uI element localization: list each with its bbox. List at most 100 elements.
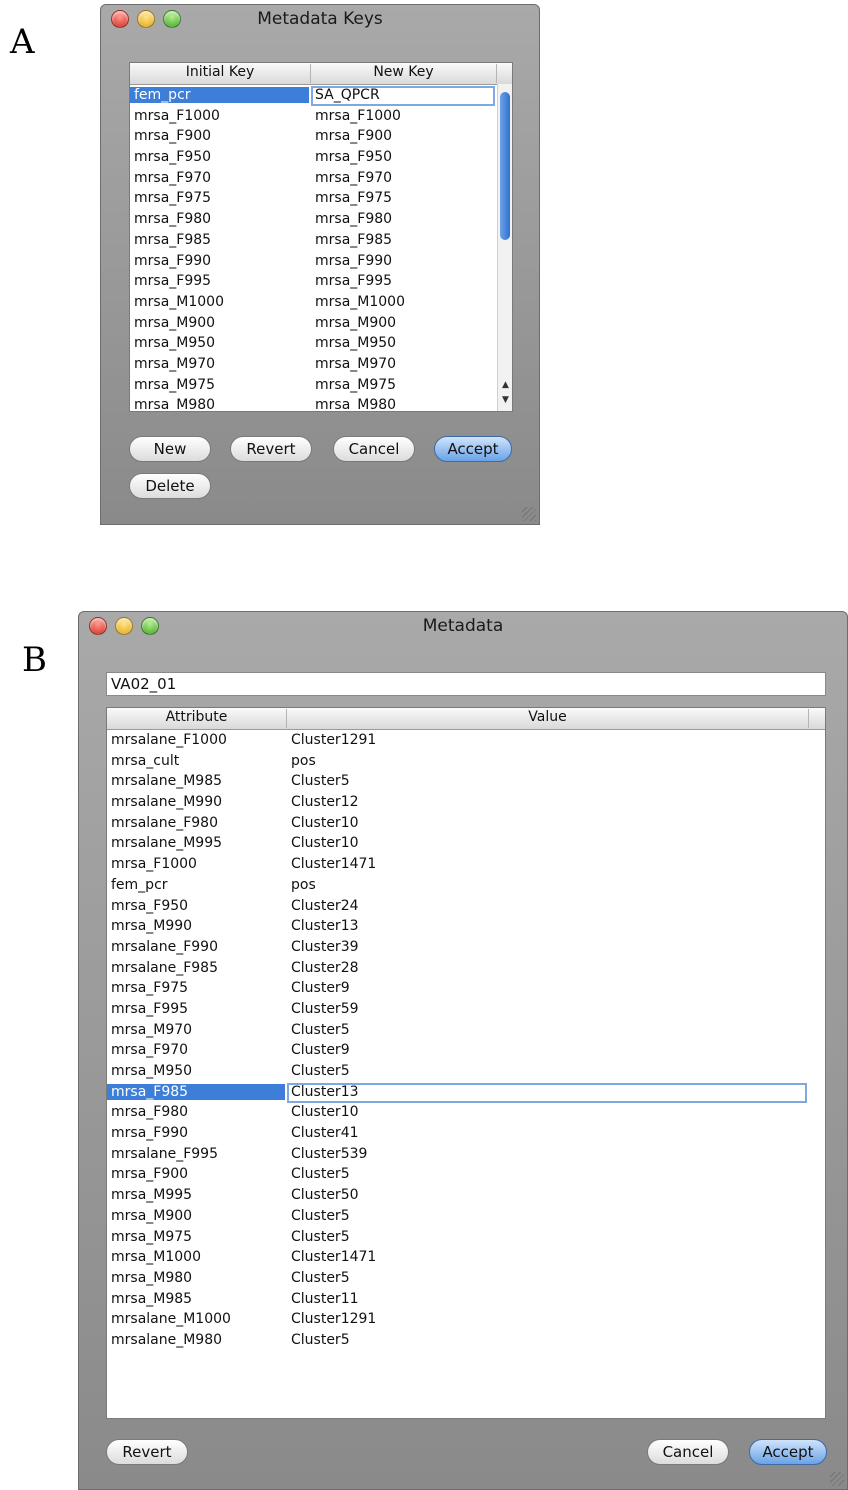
metadata-col1-cell[interactable]: mrsa_M995 [107, 1187, 285, 1203]
keys-col1-cell[interactable]: mrsa_F970 [130, 170, 309, 186]
table-row[interactable]: mrsa_M985 Cluster11 [107, 1290, 825, 1311]
keys-col2-cell[interactable]: SA_QPCR [315, 87, 380, 103]
keys-col2-cell[interactable]: mrsa_M975 [315, 377, 396, 393]
metadata-col2-cell[interactable]: Cluster13 [291, 918, 359, 934]
metadata-col2-cell[interactable]: Cluster10 [291, 815, 359, 831]
metadata-col1-cell[interactable]: mrsalane_M1000 [107, 1311, 285, 1327]
metadata-col1-cell[interactable]: mrsa_M990 [107, 918, 285, 934]
column-header-new-key[interactable]: New Key [311, 64, 497, 83]
table-row[interactable]: mrsa_M975 Cluster5 [107, 1228, 825, 1249]
keys-col1-cell[interactable]: mrsa_M975 [130, 377, 309, 393]
keys-col2-cell[interactable]: mrsa_F975 [315, 190, 392, 206]
column-header-value[interactable]: Value [287, 709, 809, 728]
metadata-col1-cell[interactable]: mrsalane_F995 [107, 1146, 285, 1162]
table-row[interactable]: mrsa_F985 Cluster13 [107, 1082, 825, 1104]
metadata-col1-cell[interactable]: mrsalane_F1000 [107, 732, 285, 748]
metadata-col1-cell[interactable]: mrsa_F950 [107, 898, 285, 914]
metadata-col2-cell[interactable]: Cluster5 [291, 1270, 350, 1286]
table-row[interactable]: mrsalane_M985 Cluster5 [107, 772, 825, 793]
metadata-col1-cell[interactable]: mrsalane_M980 [107, 1332, 285, 1348]
table-row[interactable]: mrsa_F990 mrsa_F990 [130, 252, 512, 273]
metadata-col2-cell[interactable]: Cluster28 [291, 960, 359, 976]
table-row[interactable]: fem_pcr pos [107, 876, 825, 897]
keys-col2-cell[interactable]: mrsa_F900 [315, 128, 392, 144]
accept-button[interactable]: Accept [434, 436, 512, 462]
table-row[interactable]: mrsa_M975 mrsa_M975 [130, 376, 512, 397]
metadata-col1-cell[interactable]: mrsa_F970 [107, 1042, 285, 1058]
keys-col2-cell[interactable]: mrsa_F985 [315, 232, 392, 248]
keys-col1-cell[interactable]: mrsa_F980 [130, 211, 309, 227]
delete-button[interactable]: Delete [129, 473, 211, 499]
keys-col1-cell[interactable]: mrsa_F990 [130, 253, 309, 269]
metadata-col2-cell[interactable]: Cluster59 [291, 1001, 359, 1017]
metadata-col1-cell[interactable]: mrsa_F975 [107, 980, 285, 996]
cancel-button[interactable]: Cancel [647, 1439, 729, 1465]
table-row[interactable]: mrsa_F980 mrsa_F980 [130, 210, 512, 231]
table-row[interactable]: mrsalane_M995 Cluster10 [107, 834, 825, 855]
metadata-col2-cell[interactable]: pos [291, 877, 316, 893]
metadata-col2-cell[interactable]: Cluster539 [291, 1146, 367, 1162]
table-row[interactable]: fem_pcr SA_QPCR [130, 86, 512, 107]
keys-col2-cell[interactable]: mrsa_F970 [315, 170, 392, 186]
table-row[interactable]: mrsa_F990 Cluster41 [107, 1124, 825, 1145]
metadata-col2-cell[interactable]: pos [291, 753, 316, 769]
keys-col2-cell[interactable]: mrsa_F995 [315, 273, 392, 289]
metadata-col2-cell[interactable]: Cluster24 [291, 898, 359, 914]
keys-col1-cell[interactable]: fem_pcr [130, 87, 309, 103]
table-row[interactable]: mrsalane_F980 Cluster10 [107, 814, 825, 835]
table-row[interactable]: mrsa_M990 Cluster13 [107, 917, 825, 938]
scroll-thumb[interactable] [500, 92, 510, 240]
metadata-col2-cell[interactable]: Cluster1291 [291, 732, 376, 748]
table-row[interactable]: mrsa_F900 mrsa_F900 [130, 127, 512, 148]
metadata-col2-cell[interactable]: Cluster5 [291, 1208, 350, 1224]
table-row[interactable]: mrsa_F985 mrsa_F985 [130, 231, 512, 252]
metadata-col1-cell[interactable]: mrsa_F990 [107, 1125, 285, 1141]
accept-button[interactable]: Accept [749, 1439, 827, 1465]
metadata-col2-cell[interactable]: Cluster11 [291, 1291, 359, 1307]
metadata-col2-cell[interactable]: Cluster5 [291, 1332, 350, 1348]
keys-col1-cell[interactable]: mrsa_F950 [130, 149, 309, 165]
metadata-col1-cell[interactable]: mrsa_M975 [107, 1229, 285, 1245]
keys-col2-cell[interactable]: mrsa_F980 [315, 211, 392, 227]
table-row[interactable]: mrsa_F1000 Cluster1471 [107, 855, 825, 876]
scroll-down-arrow-icon[interactable]: ▼ [498, 393, 512, 408]
table-row[interactable]: mrsalane_F985 Cluster28 [107, 959, 825, 980]
metadata-col2-cell[interactable]: Cluster9 [291, 980, 350, 996]
metadata-col1-cell[interactable]: mrsa_F995 [107, 1001, 285, 1017]
metadata-col1-cell[interactable]: mrsa_F980 [107, 1104, 285, 1120]
metadata-col1-cell[interactable]: mrsa_M900 [107, 1208, 285, 1224]
resize-grip-icon[interactable] [830, 1472, 844, 1486]
title-bar[interactable]: Metadata Keys [101, 5, 539, 35]
keys-col2-cell[interactable]: mrsa_M1000 [315, 294, 405, 310]
table-row[interactable]: mrsa_F995 Cluster59 [107, 1000, 825, 1021]
metadata-col2-cell[interactable]: Cluster50 [291, 1187, 359, 1203]
table-row[interactable]: mrsa_F975 mrsa_F975 [130, 189, 512, 210]
metadata-col2-cell[interactable]: Cluster1471 [291, 1249, 376, 1265]
keys-col1-cell[interactable]: mrsa_M1000 [130, 294, 309, 310]
table-row[interactable]: mrsa_F970 Cluster9 [107, 1041, 825, 1062]
keys-col1-cell[interactable]: mrsa_F995 [130, 273, 309, 289]
keys-col1-cell[interactable]: mrsa_F985 [130, 232, 309, 248]
table-row[interactable]: mrsalane_F1000 Cluster1291 [107, 731, 825, 752]
table-row[interactable]: mrsa_M900 mrsa_M900 [130, 314, 512, 335]
column-header-attribute[interactable]: Attribute [107, 709, 287, 728]
metadata-col2-cell[interactable]: Cluster5 [291, 1229, 350, 1245]
metadata-col1-cell[interactable]: mrsalane_F990 [107, 939, 285, 955]
table-row[interactable]: mrsa_F950 Cluster24 [107, 897, 825, 918]
metadata-col1-cell[interactable]: fem_pcr [107, 877, 285, 893]
metadata-col1-cell[interactable]: mrsalane_F980 [107, 815, 285, 831]
cell-editor[interactable] [287, 1082, 807, 1103]
title-bar[interactable]: Metadata [79, 612, 847, 642]
metadata-col2-cell[interactable]: Cluster5 [291, 1063, 350, 1079]
metadata-col1-cell[interactable]: mrsalane_M990 [107, 794, 285, 810]
metadata-col2-cell[interactable]: Cluster5 [291, 1166, 350, 1182]
table-row[interactable]: mrsalane_F990 Cluster39 [107, 938, 825, 959]
resize-grip-icon[interactable] [522, 507, 536, 521]
table-row[interactable]: mrsa_M950 mrsa_M950 [130, 334, 512, 355]
table-row[interactable]: mrsa_F900 Cluster5 [107, 1165, 825, 1186]
table-row[interactable]: mrsa_F980 Cluster10 [107, 1103, 825, 1124]
vertical-scrollbar[interactable]: ▲ ▼ [497, 84, 512, 411]
metadata-col1-cell[interactable]: mrsa_M950 [107, 1063, 285, 1079]
metadata-col2-cell[interactable]: Cluster10 [291, 835, 359, 851]
metadata-col2-cell[interactable]: Cluster1471 [291, 856, 376, 872]
